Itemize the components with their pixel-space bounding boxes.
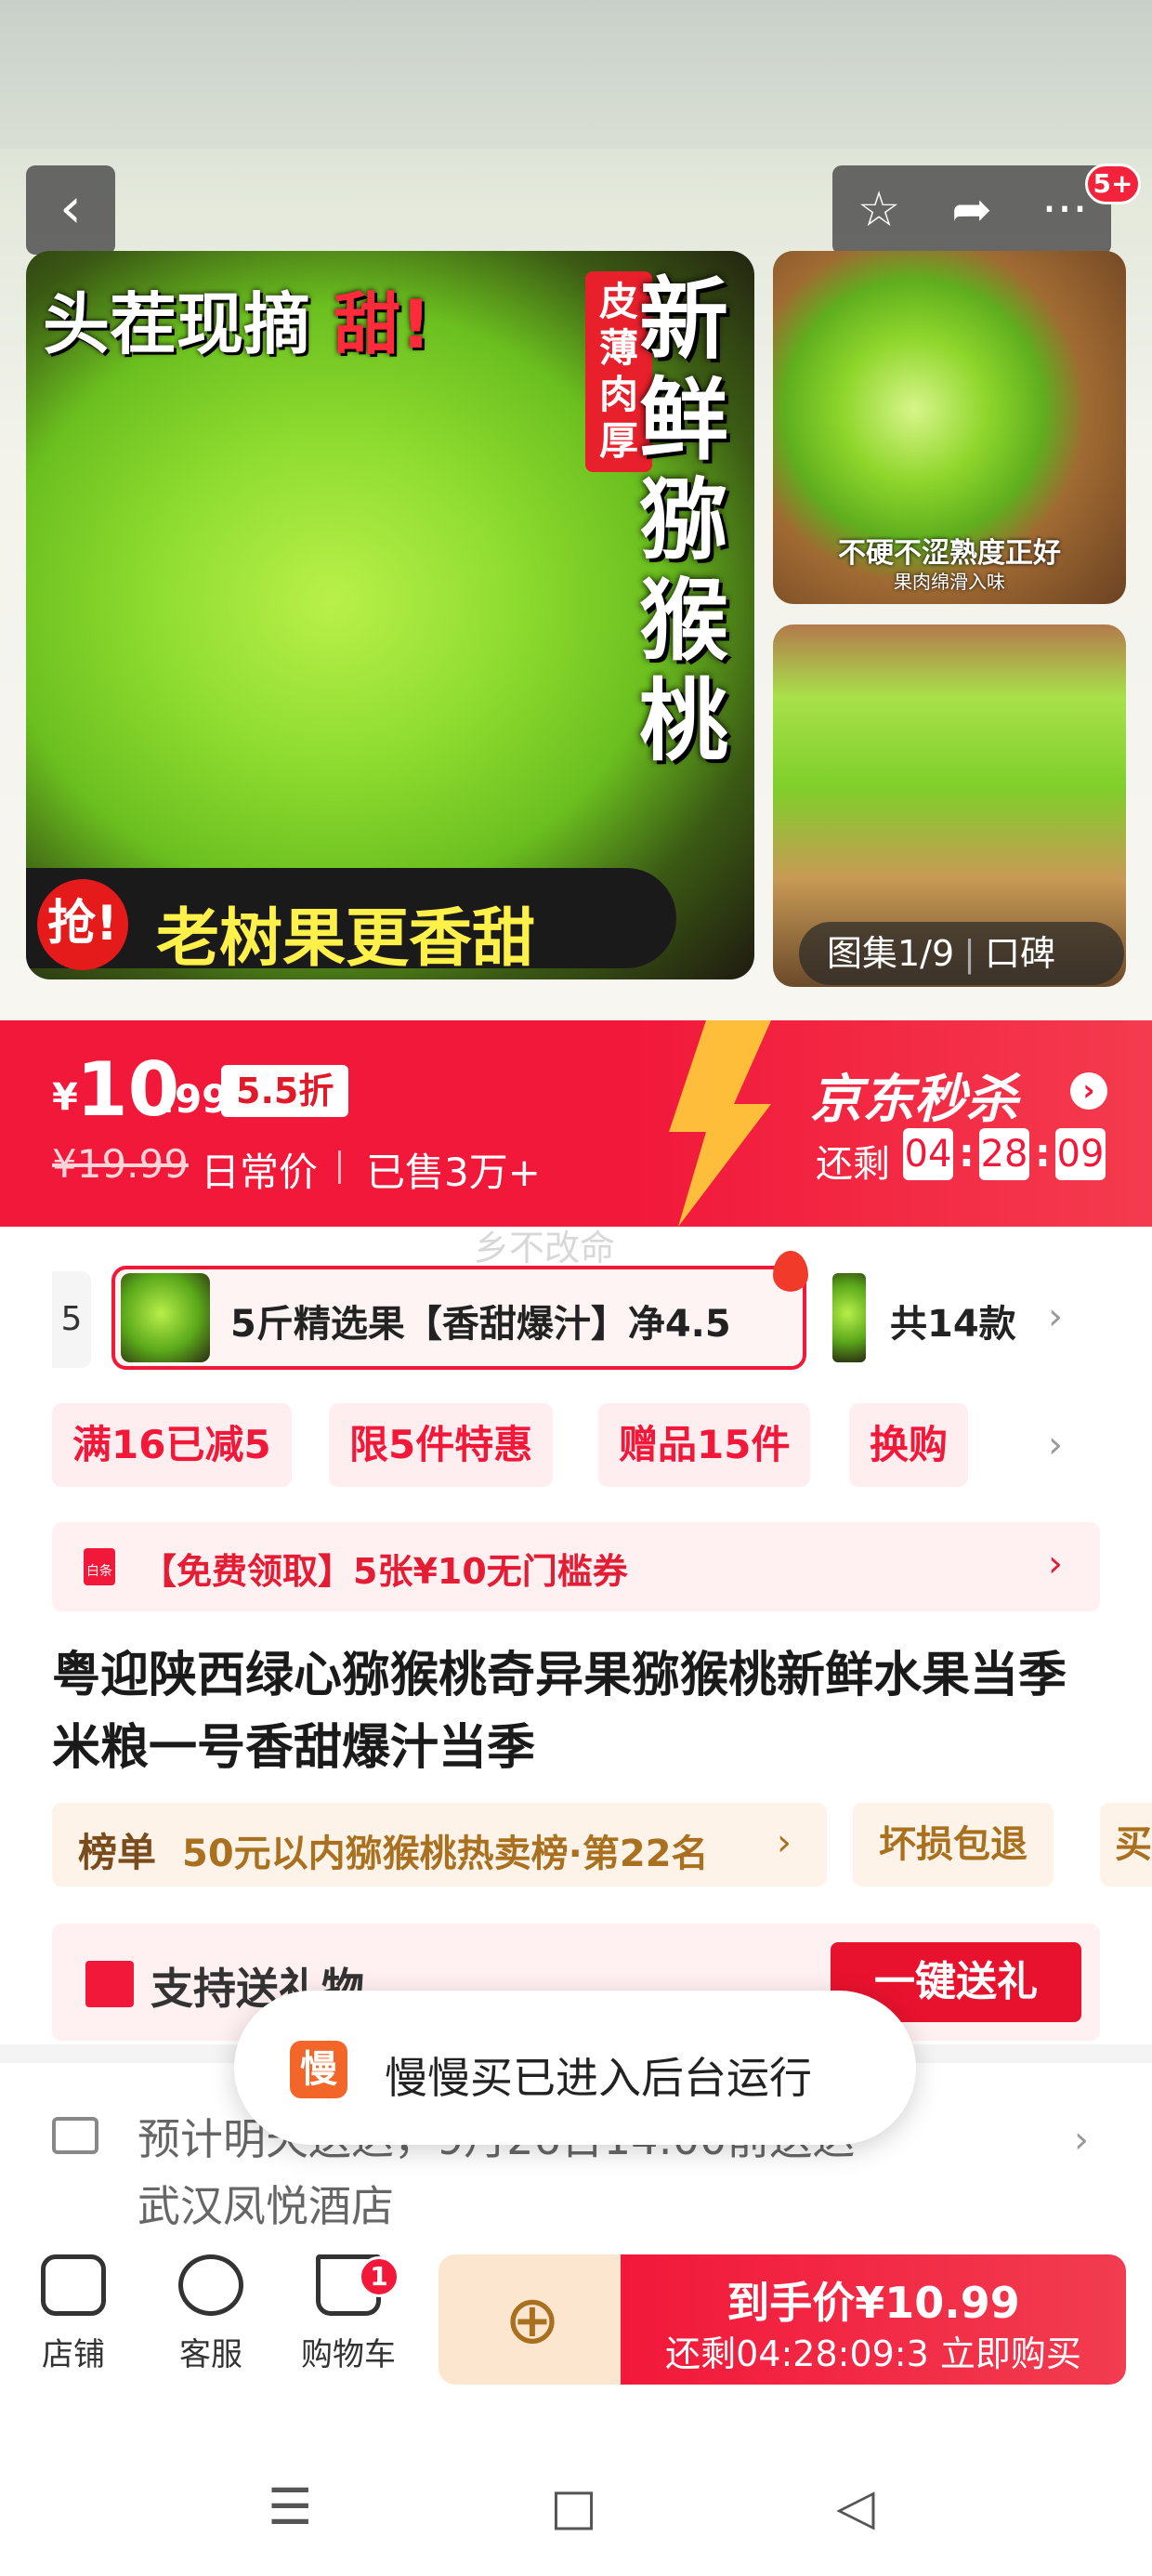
header-actions: ☆ ➦ ··· — [832, 165, 1111, 255]
store-icon — [41, 2254, 106, 2316]
currency-symbol: ¥ — [52, 1076, 78, 1119]
app-icon: 慢 — [290, 2041, 347, 2098]
chevron-right-icon[interactable]: › — [1070, 1072, 1107, 1110]
main-headline: 头茬现摘 甜! — [43, 269, 431, 367]
gift-icon — [85, 1961, 134, 2007]
product-title: 粤迎陕西绿心猕猴桃奇异果猕猴桃新鲜水果当季米粮一号香甜爆汁当季 — [52, 1648, 1067, 1776]
ghost-text: 乡不改命 — [474, 1228, 616, 1268]
lightning-icon — [669, 1020, 771, 1227]
service-label: 客服 — [179, 2336, 242, 2373]
countdown-minutes: 28 — [979, 1128, 1029, 1180]
chevron-right-icon[interactable]: › — [1048, 1424, 1063, 1466]
chevron-right-icon[interactable]: › — [1048, 1295, 1063, 1338]
back-icon[interactable]: ◁ — [836, 2477, 875, 2536]
countdown-colon: : — [959, 1130, 975, 1176]
countdown-seconds: 09 — [1055, 1128, 1106, 1180]
sold-count: 已售3万+ — [366, 1150, 541, 1195]
status-area — [0, 0, 1152, 149]
original-price: ¥19.99 — [52, 1141, 189, 1187]
variant-thumbnail-2[interactable] — [832, 1273, 866, 1362]
gallery-counter[interactable]: 图集1/9 | 口碑 — [799, 922, 1124, 985]
divider — [338, 1150, 341, 1184]
chevron-right-icon[interactable]: › — [1074, 2119, 1089, 2162]
banner-text: 老树果更香甜 — [156, 902, 536, 976]
remain-label: 还剩 — [816, 1143, 890, 1186]
coupon-text: 【免费领取】5张¥10无门槛券 — [141, 1551, 628, 1592]
headline-text: 头茬现摘 — [43, 285, 311, 363]
price-fraction: .99 — [160, 1076, 229, 1122]
chevron-left-icon: ‹ — [59, 176, 82, 241]
promo-tag[interactable]: 换购 — [849, 1403, 969, 1487]
main-vertical-text: 新鲜猕猴桃 — [639, 268, 728, 773]
countdown-hours: 04 — [903, 1128, 953, 1180]
rob-badge: 抢! — [37, 879, 128, 970]
fire-icon — [773, 1251, 808, 1292]
share-icon[interactable]: ➦ — [935, 182, 1009, 238]
side-image-subcaption: 果肉绵滑入味 — [894, 571, 1005, 593]
menu-icon[interactable]: ☰ — [268, 2477, 312, 2536]
shipping-address[interactable]: 武汉凤悦酒店 — [137, 2173, 394, 2234]
original-price-label: 日常价 — [201, 1150, 319, 1195]
side-image-caption: 不硬不涩熟度正好 — [838, 537, 1061, 570]
main-product-image[interactable]: 头茬现摘 甜! 皮薄肉厚 新鲜猕猴桃 抢! 老树果更香甜 — [26, 251, 754, 979]
variant-prev[interactable]: 5 — [52, 1271, 91, 1368]
toast-text: 慢慢买已进入后台运行 — [385, 2053, 812, 2103]
cart-count-badge: 1 — [359, 2256, 399, 2297]
promo-tag[interactable]: 赠品15件 — [598, 1403, 811, 1487]
message-badge: 5+ — [1085, 164, 1141, 204]
store-label: 店铺 — [42, 2336, 105, 2373]
chat-icon — [178, 2254, 243, 2316]
discount-badge: 5.5折 — [221, 1065, 349, 1117]
service-button[interactable]: 客服 — [151, 2254, 271, 2374]
store-button[interactable]: 店铺 — [13, 2254, 134, 2374]
countdown-colon: : — [1035, 1130, 1051, 1176]
star-icon[interactable]: ☆ — [842, 182, 916, 238]
ranking-label: 榜单 — [78, 1830, 157, 1875]
variant-label: 5斤精选果【香甜爆汁】净4.5 — [230, 1303, 731, 1346]
promo-tag[interactable]: 满16已减5 — [52, 1403, 292, 1487]
service-chip[interactable]: 买 — [1100, 1803, 1152, 1886]
gallery-counter-text: 图集1/9 — [827, 933, 955, 974]
promo-tag[interactable]: 限5件特惠 — [329, 1403, 554, 1487]
add-cart-icon: ⊕ — [504, 2280, 561, 2359]
truck-icon — [52, 2117, 98, 2154]
headline-sweet: 甜! — [334, 285, 431, 363]
service-chip[interactable]: 坏损包退 — [853, 1803, 1054, 1886]
chevron-right-icon: › — [777, 1821, 792, 1864]
gallery-review-tab[interactable]: 口碑 — [985, 933, 1055, 974]
coupon-icon: 白条 — [84, 1548, 115, 1585]
buy-price: 到手价¥10.99 — [727, 2278, 1020, 2328]
ranking-text: 50元以内猕猴桃热卖榜·第22名 — [182, 1833, 709, 1875]
variant-thumbnail — [121, 1273, 210, 1362]
back-button[interactable]: ‹ — [26, 165, 115, 255]
cart-label: 购物车 — [301, 2336, 396, 2373]
seckill-title[interactable]: 京东秒杀 — [810, 1058, 1018, 1133]
product-page: ‹ ☆ ➦ ··· 5+ 头茬现摘 甜! 皮薄肉厚 新鲜猕猴桃 抢! 老树果更香… — [0, 0, 1152, 2576]
home-icon[interactable]: □ — [550, 2477, 597, 2536]
variant-total[interactable]: 共14款 — [890, 1294, 1016, 1347]
chevron-right-icon[interactable]: › — [1048, 1543, 1063, 1585]
side-image-1[interactable]: 不硬不涩熟度正好 果肉绵滑入味 — [773, 251, 1126, 604]
buy-countdown: 还剩04:28:09:3 立即购买 — [665, 2333, 1081, 2374]
